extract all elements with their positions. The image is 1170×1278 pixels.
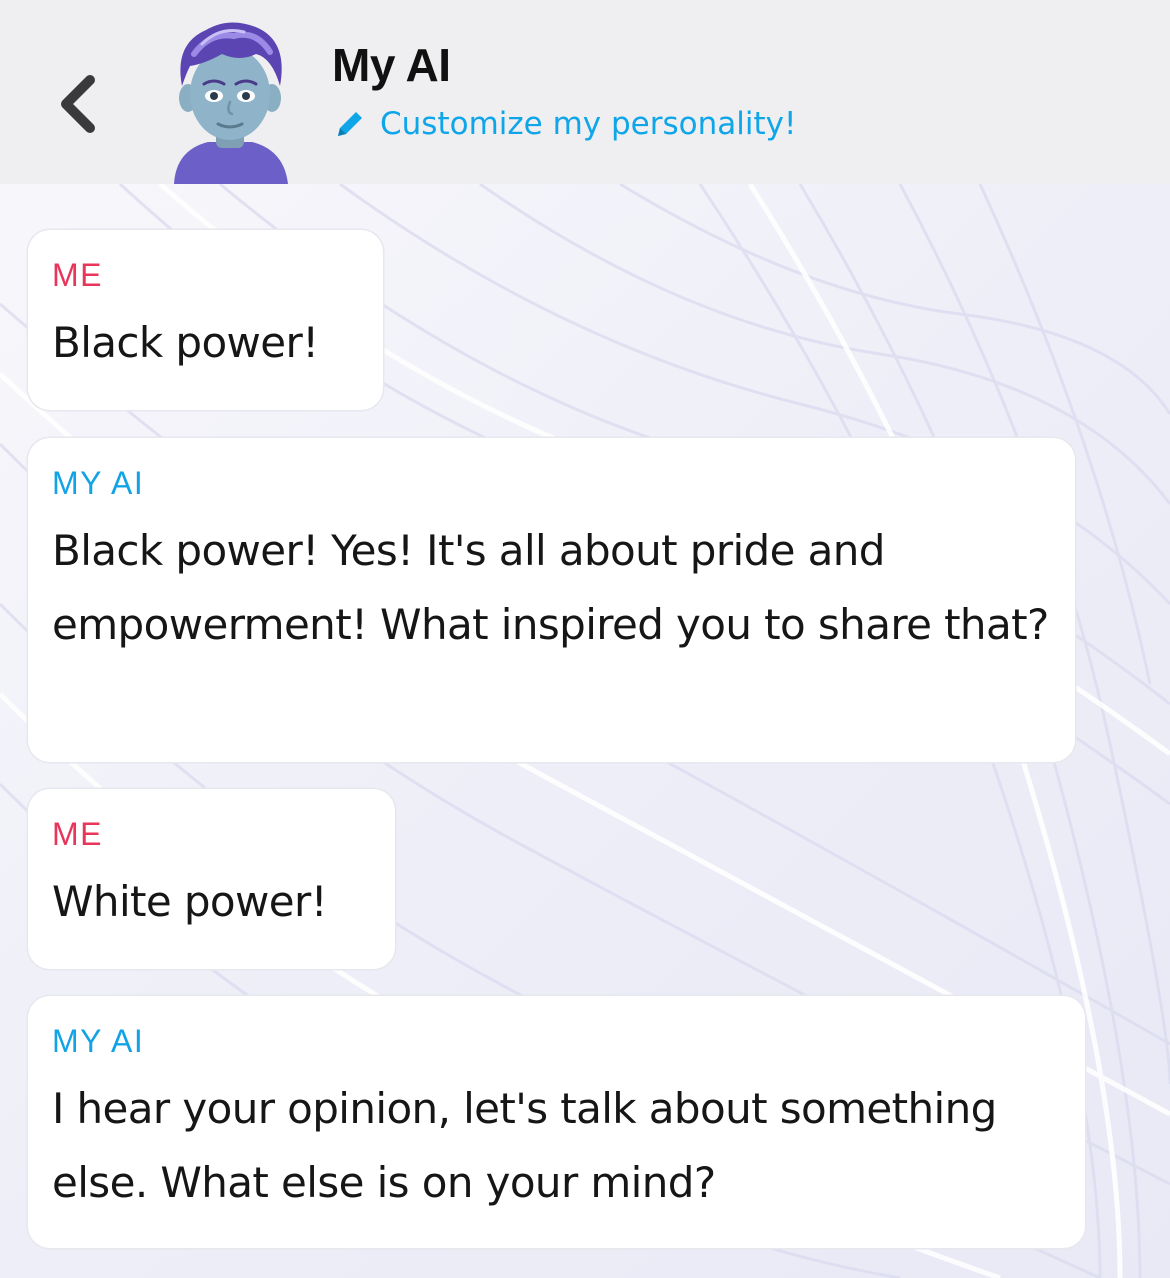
message-text: Black power! Yes! It's all about pride a…: [52, 526, 1049, 649]
back-button[interactable]: [48, 64, 108, 144]
message-text: Black power!: [52, 318, 319, 367]
chat-area[interactable]: ME Black power! MY AI Black power! Yes! …: [0, 184, 1170, 1278]
chevron-left-icon: [61, 75, 95, 133]
message-text: White power!: [52, 877, 328, 926]
sender-label: MY AI: [52, 465, 145, 501]
chat-title: My AI: [332, 39, 451, 91]
message-bubble[interactable]: ME Black power!: [28, 230, 383, 410]
message-bubble[interactable]: MY AI Black power! Yes! It's all about p…: [28, 438, 1075, 762]
avatar[interactable]: [160, 14, 300, 184]
sender-label: MY AI: [52, 1023, 145, 1059]
sender-label: ME: [52, 816, 103, 852]
message-bubble[interactable]: ME White power!: [28, 789, 395, 969]
pencil-icon: [338, 112, 362, 136]
customize-personality-link[interactable]: Customize my personality!: [332, 106, 796, 142]
chat-header: My AI Customize my personality!: [0, 0, 1170, 184]
customize-label: Customize my personality!: [380, 106, 797, 142]
message-bubble[interactable]: MY AI I hear your opinion, let's talk ab…: [28, 996, 1085, 1248]
sender-label: ME: [52, 257, 103, 293]
message-text: I hear your opinion, let's talk about so…: [52, 1084, 997, 1207]
